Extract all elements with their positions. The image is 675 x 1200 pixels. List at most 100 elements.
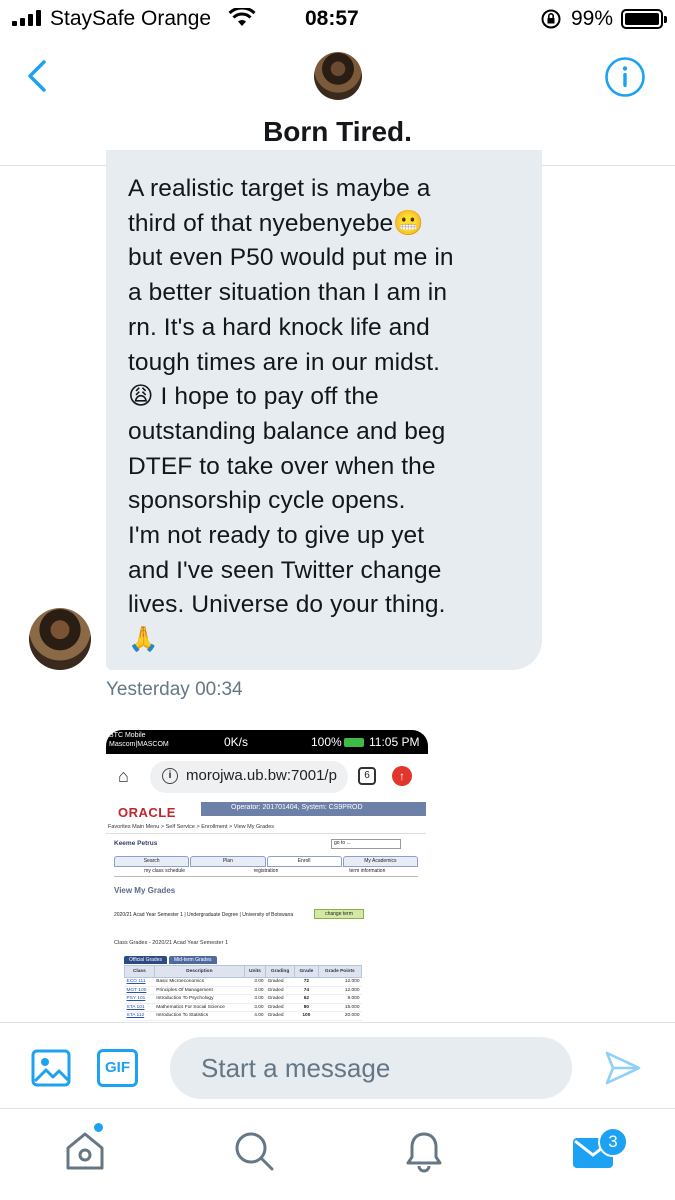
conversation-title[interactable]: Born Tired. bbox=[0, 116, 675, 148]
grade-class: ECO 111 bbox=[124, 977, 155, 987]
grade-class: STA 101 bbox=[124, 1003, 155, 1012]
oracle-logo: ORACLE bbox=[118, 805, 176, 820]
grade-grading: Graded bbox=[265, 1003, 295, 1012]
oracle-tabs: Search Plan Enroll My Academics bbox=[114, 856, 418, 867]
grade-units: 3.00 bbox=[244, 977, 266, 987]
oracle-subtabs: my class schedule registration term info… bbox=[114, 868, 418, 877]
grade-units: 3.00 bbox=[244, 994, 266, 1004]
battery-icon bbox=[621, 9, 667, 29]
grade-grading: Graded bbox=[265, 994, 295, 1004]
grade-units: 4.00 bbox=[244, 1011, 266, 1021]
browser-info-icon: i bbox=[162, 768, 178, 784]
status-bar: StaySafe Orange 08:57 99% bbox=[0, 0, 675, 40]
message-timestamp: Yesterday 00:34 bbox=[106, 679, 243, 700]
grade-description: Introduction To Psychology bbox=[154, 994, 245, 1004]
header-avatar[interactable] bbox=[314, 52, 362, 100]
grade-grading: Graded bbox=[265, 1011, 295, 1021]
oracle-grade-tab: Official Grades bbox=[124, 956, 167, 964]
grade-class: MGT 100 bbox=[124, 986, 155, 995]
oracle-grade-tabs: Official Grades Mid-term Grades bbox=[124, 956, 217, 964]
image-icon[interactable] bbox=[31, 1049, 71, 1087]
browser-tab-count: 6 bbox=[358, 767, 376, 785]
grade-description: Basic Microeconomics bbox=[154, 977, 245, 987]
grade-points: 12.000 bbox=[318, 977, 362, 987]
table-row: PSY 101 Introduction To Psychology 3.00 … bbox=[124, 994, 362, 1004]
oracle-subtab: term information bbox=[316, 868, 418, 877]
oracle-subtab: registration bbox=[215, 868, 317, 877]
oracle-change-term-button: change term bbox=[314, 909, 364, 919]
battery-percent: 99% bbox=[571, 7, 614, 30]
grade-description: Introduction To Statistics bbox=[154, 1011, 245, 1021]
home-icon[interactable] bbox=[63, 1129, 107, 1173]
oracle-tab: Enroll bbox=[266, 856, 342, 867]
grades-table: Class Description Units Grading Grade Gr… bbox=[124, 965, 363, 1021]
oracle-class-grades-title: Class Grades - 2020/21 Acad Year Semeste… bbox=[114, 940, 229, 946]
browser-update-icon: ↑ bbox=[392, 766, 412, 786]
browser-url: morojwa.ub.bw:7001/p bbox=[186, 767, 337, 784]
gif-icon[interactable]: GIF bbox=[97, 1049, 138, 1087]
oracle-user-name: Keeme Petrus bbox=[114, 840, 158, 847]
grades-column-header: Grade bbox=[294, 965, 319, 978]
attachment-status-bar: BTC Mobile Mascom|MASCOM 0K/s 100% 11:05… bbox=[106, 730, 428, 754]
grade-class: STA 112 bbox=[124, 1011, 155, 1021]
attachment-battery-icon bbox=[344, 738, 364, 747]
browser-address: i morojwa.ub.bw:7001/p bbox=[150, 761, 348, 793]
grades-header-row: Class Description Units Grading Grade Gr… bbox=[124, 965, 363, 978]
table-row: ECO 111 Basic Microeconomics 3.00 Graded… bbox=[124, 977, 362, 987]
grade-points: 12.000 bbox=[318, 986, 362, 995]
oracle-tab: Plan bbox=[190, 856, 266, 867]
oracle-tab: My Academics bbox=[342, 856, 418, 867]
message-input[interactable] bbox=[170, 1037, 572, 1099]
grade-class: PSY 101 bbox=[124, 994, 155, 1004]
table-row: MGT 100 Principles Of Management 3.00 Gr… bbox=[124, 986, 362, 995]
attachment-carrier: BTC Mobile Mascom|MASCOM bbox=[109, 732, 169, 748]
table-row: STA 101 Mathematics For Social Science 3… bbox=[124, 1003, 362, 1012]
grade-points: 15.000 bbox=[318, 1003, 362, 1012]
send-icon[interactable] bbox=[604, 1049, 642, 1087]
carrier-name: StaySafe Orange bbox=[50, 7, 212, 30]
oracle-breadcrumb: Favorites Main Menu > Self Service > Enr… bbox=[106, 824, 426, 834]
browser-home-icon: ⌂ bbox=[118, 766, 129, 786]
home-unread-dot bbox=[94, 1123, 103, 1132]
oracle-term: 2020/21 Acad Year Semester 1 | Undergrad… bbox=[114, 912, 294, 918]
grades-column-header: Description bbox=[153, 965, 245, 978]
search-icon[interactable] bbox=[232, 1129, 276, 1173]
messages-badge: 3 bbox=[598, 1127, 628, 1157]
grades-column-header: Units bbox=[243, 965, 267, 978]
notifications-icon[interactable] bbox=[402, 1129, 446, 1173]
attachment-battery-percent: 100% bbox=[311, 735, 342, 749]
sender-avatar[interactable] bbox=[29, 608, 91, 670]
image-attachment[interactable]: BTC Mobile Mascom|MASCOM 0K/s 100% 11:05… bbox=[106, 730, 428, 1022]
table-row: STA 112 Introduction To Statistics 4.00 … bbox=[124, 1011, 362, 1021]
grades-column-header: Grading bbox=[265, 965, 296, 978]
oracle-header: ORACLE Operator: 201701404, System: CS9P… bbox=[106, 802, 426, 822]
grade-value: 62 bbox=[294, 994, 319, 1004]
message-text: A realistic target is maybe a third of t… bbox=[128, 175, 454, 654]
browser-url-bar: ⌂ i morojwa.ub.bw:7001/p 6 ↑ bbox=[106, 754, 428, 800]
attachment-time: 11:05 PM bbox=[369, 735, 420, 749]
grade-points: 20.000 bbox=[318, 1011, 362, 1021]
grade-description: Mathematics For Social Science bbox=[154, 1003, 245, 1012]
grade-units: 3.00 bbox=[244, 1003, 266, 1012]
grade-grading: Graded bbox=[265, 986, 295, 995]
back-icon[interactable] bbox=[20, 56, 54, 96]
oracle-subtab: my class schedule bbox=[114, 868, 216, 877]
grade-points: 9.000 bbox=[318, 994, 362, 1004]
oracle-heading: View My Grades bbox=[114, 886, 176, 895]
grade-description: Principles Of Management bbox=[154, 986, 245, 995]
conversation-header: Born Tired. bbox=[0, 40, 675, 166]
status-time: 08:57 bbox=[305, 7, 359, 30]
oracle-tab: Search bbox=[114, 856, 190, 867]
grade-units: 3.00 bbox=[244, 986, 266, 995]
message-bubble[interactable]: A realistic target is maybe a third of t… bbox=[106, 150, 542, 670]
oracle-page: ORACLE Operator: 201701404, System: CS9P… bbox=[106, 800, 428, 1022]
attachment-speed: 0K/s bbox=[224, 735, 249, 749]
grade-value: 80 bbox=[294, 1003, 319, 1012]
message-composer: GIF bbox=[0, 1022, 675, 1108]
grades-column-header: Grade Points bbox=[317, 965, 363, 978]
wifi-icon bbox=[228, 8, 256, 26]
signal-icon bbox=[12, 10, 41, 26]
oracle-grade-tab: Mid-term Grades bbox=[168, 956, 217, 964]
info-icon[interactable] bbox=[604, 56, 646, 98]
grade-value: 74 bbox=[294, 986, 319, 995]
